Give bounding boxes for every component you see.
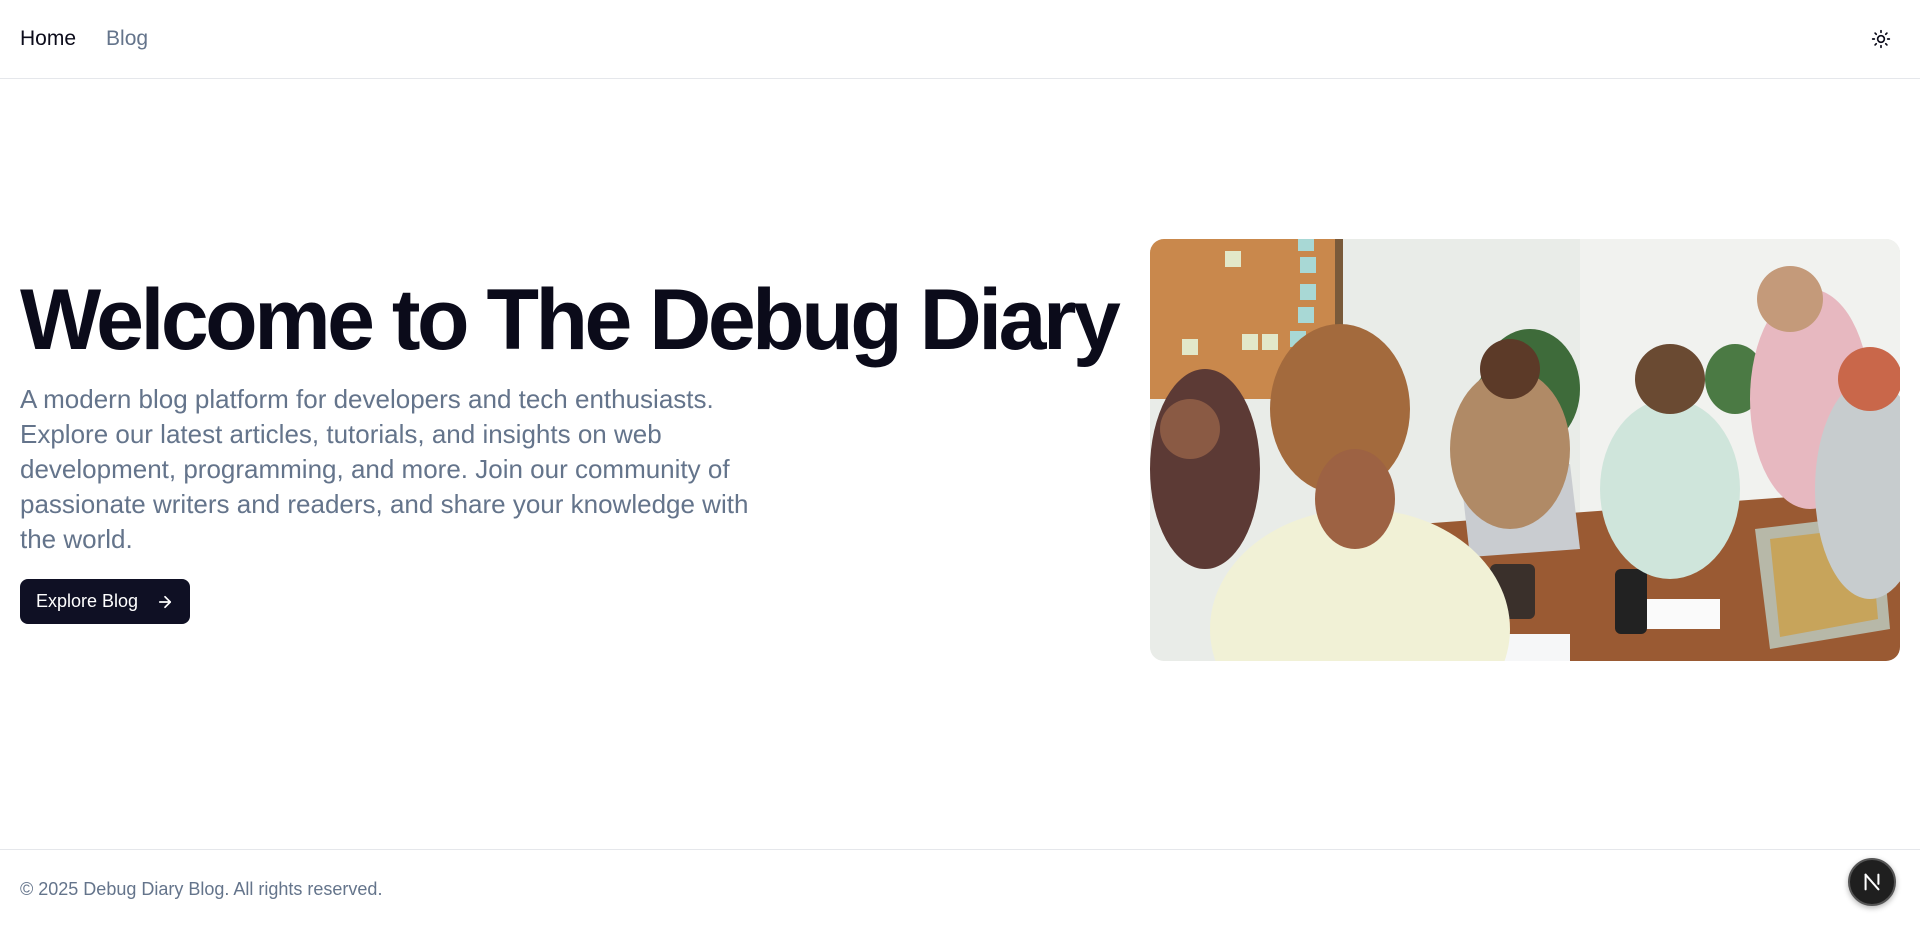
footer: © 2025 Debug Diary Blog. All rights rese… [0, 849, 1920, 929]
sun-icon [1871, 29, 1891, 49]
arrow-right-icon [156, 593, 174, 611]
nav-link-home[interactable]: Home [20, 27, 76, 51]
navbar: Home Blog [0, 0, 1920, 79]
explore-blog-label: Explore Blog [36, 591, 139, 611]
nav-link-blog[interactable]: Blog [106, 27, 148, 51]
n-logo-icon [1864, 873, 1880, 891]
hero-image [1150, 239, 1900, 661]
hero-description: A modern blog platform for developers an… [20, 384, 749, 554]
hero-title: Welcome to The Debug Diary [20, 272, 1121, 368]
theme-toggle-button[interactable] [1866, 24, 1896, 54]
footer-copyright: © 2025 Debug Diary Blog. All rights rese… [20, 879, 383, 899]
explore-blog-button[interactable]: Explore Blog [20, 579, 191, 624]
nextjs-dev-badge[interactable] [1848, 858, 1896, 906]
hero-section: Welcome to The Debug Diary A modern blog… [20, 270, 1121, 624]
